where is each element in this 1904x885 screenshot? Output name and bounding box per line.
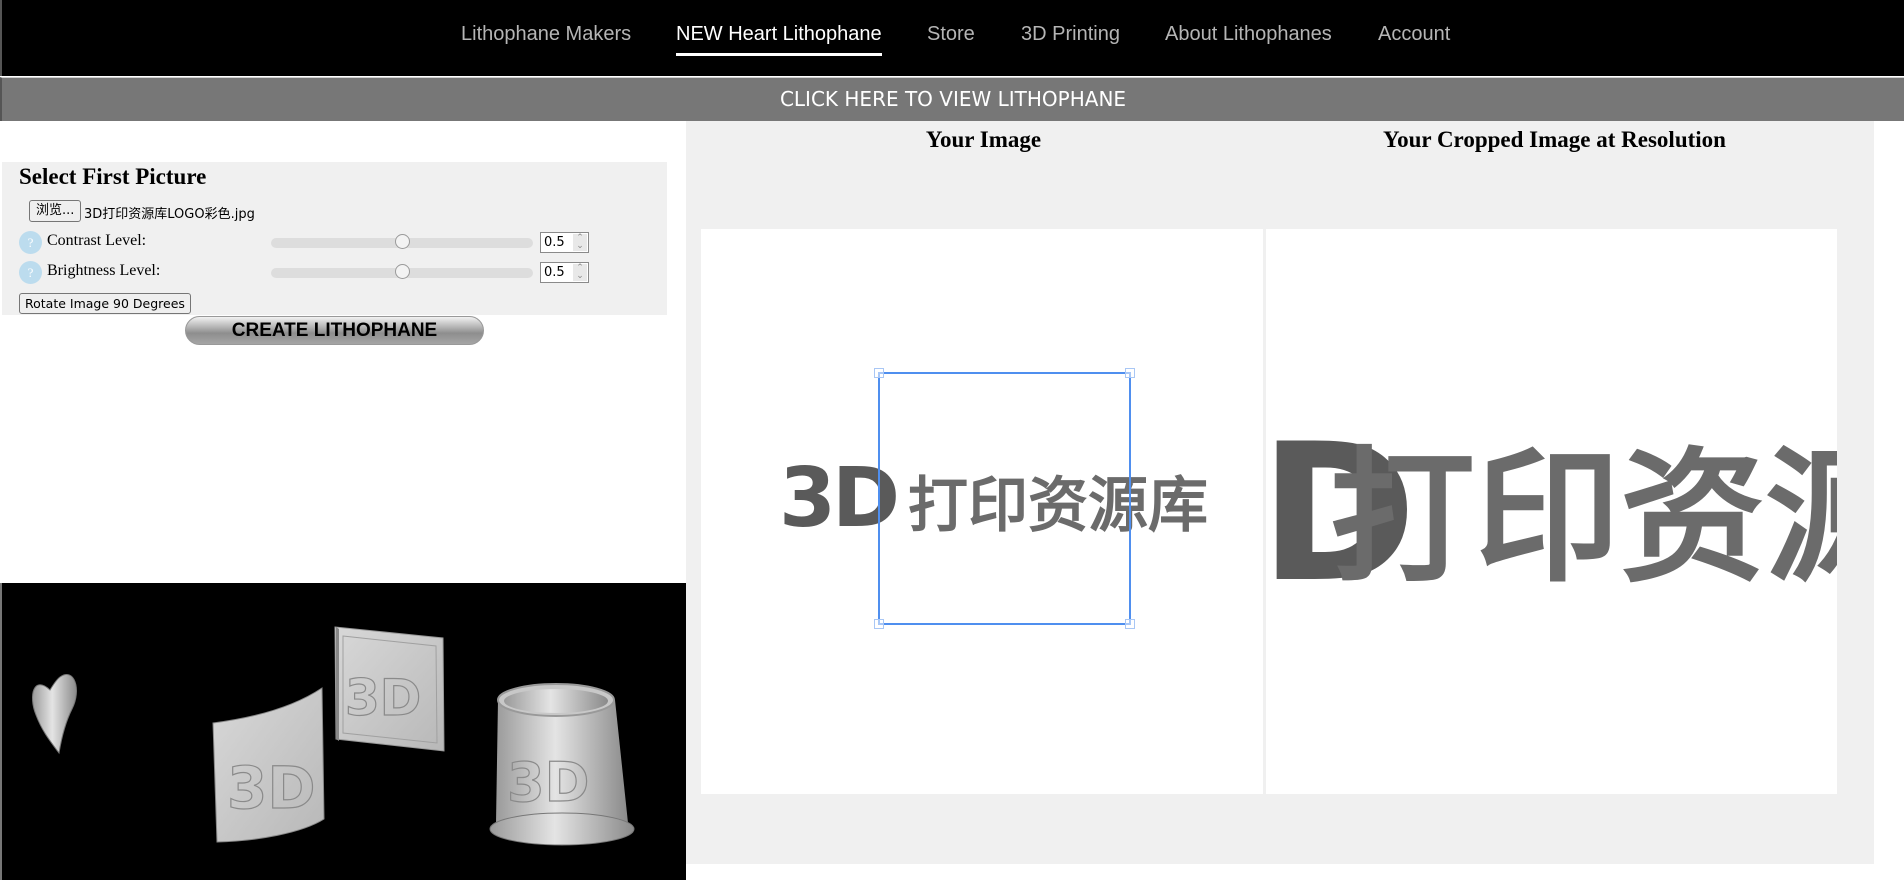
cylinder-lithophane: 3D [489,683,635,846]
nav-account[interactable]: Account [1378,23,1450,46]
contrast-label: Contrast Level: [47,232,147,249]
nav-store[interactable]: Store [927,23,975,46]
form-title: Select First Picture [19,164,207,189]
lithophane-3d-preview[interactable]: 3D 3D 3D [0,583,686,880]
preview-scene: 3D 3D 3D [32,626,635,846]
relief-text: 3D [227,754,316,822]
curved-lithophane: 3D [212,687,325,843]
selected-file-name: 3D打印资源库LOGO彩色.jpg [84,207,255,222]
nav-3d-printing[interactable]: 3D Printing [1021,23,1120,46]
nav-about-lithophanes[interactable]: About Lithophanes [1165,23,1332,46]
crop-handle-bottom-left[interactable] [874,619,884,629]
your-image-title: Your Image [925,127,1042,152]
contrast-slider[interactable] [271,234,533,249]
brightness-value: 0.5 [544,265,565,280]
nav-new-heart-lithophane[interactable]: NEW Heart Lithophane [676,23,882,56]
picture-form: Select First Picture 浏览... 3D打印资源库LOGO彩色… [2,162,667,315]
spinner-icon[interactable]: ⌃ ⌄ [573,234,587,251]
brightness-input[interactable]: 0.5 ⌃ ⌄ [540,262,589,283]
top-nav: Lithophane Makers NEW Heart Lithophane S… [0,0,1904,76]
brightness-slider[interactable] [271,264,533,279]
crop-handle-bottom-right[interactable] [1125,619,1135,629]
nav-lithophane-makers[interactable]: Lithophane Makers [461,23,631,46]
contrast-input[interactable]: 0.5 ⌃ ⌄ [540,232,589,253]
browse-button[interactable]: 浏览... [29,200,82,222]
brightness-label: Brightness Level: [47,262,161,279]
flat-lithophane: 3D [334,626,445,752]
cropped-image-canvas: 3D 打印资源库 [1266,229,1837,794]
crop-handle-top-left[interactable] [874,368,884,378]
image-panel: Your Image Your Cropped Image at Resolut… [686,121,1874,864]
cropped-logo-chinese-text: 打印资源库 [1330,434,1837,603]
contrast-slider-thumb[interactable] [395,234,410,249]
brightness-help-icon[interactable]: ? [19,261,42,284]
cropped-image-title: Your Cropped Image at Resolution [1383,127,1726,152]
crop-box[interactable] [874,368,1135,629]
rotate-image-button[interactable]: Rotate Image 90 Degrees [19,293,191,314]
relief-text: 3D [345,669,421,727]
heart-lithophane [32,674,77,755]
contrast-value: 0.5 [544,235,565,250]
brightness-slider-thumb[interactable] [395,264,410,279]
contrast-help-icon[interactable]: ? [19,231,42,254]
crop-handle-top-right[interactable] [1125,368,1135,378]
view-lithophane-banner[interactable]: CLICK HERE TO VIEW LITHOPHANE [0,77,1904,121]
source-image-canvas[interactable]: 3D 打印资源库 [701,229,1263,794]
spinner-icon[interactable]: ⌃ ⌄ [573,264,587,281]
create-lithophane-button[interactable]: CREATE LITHOPHANE [185,316,484,345]
relief-text: 3D [507,751,589,814]
